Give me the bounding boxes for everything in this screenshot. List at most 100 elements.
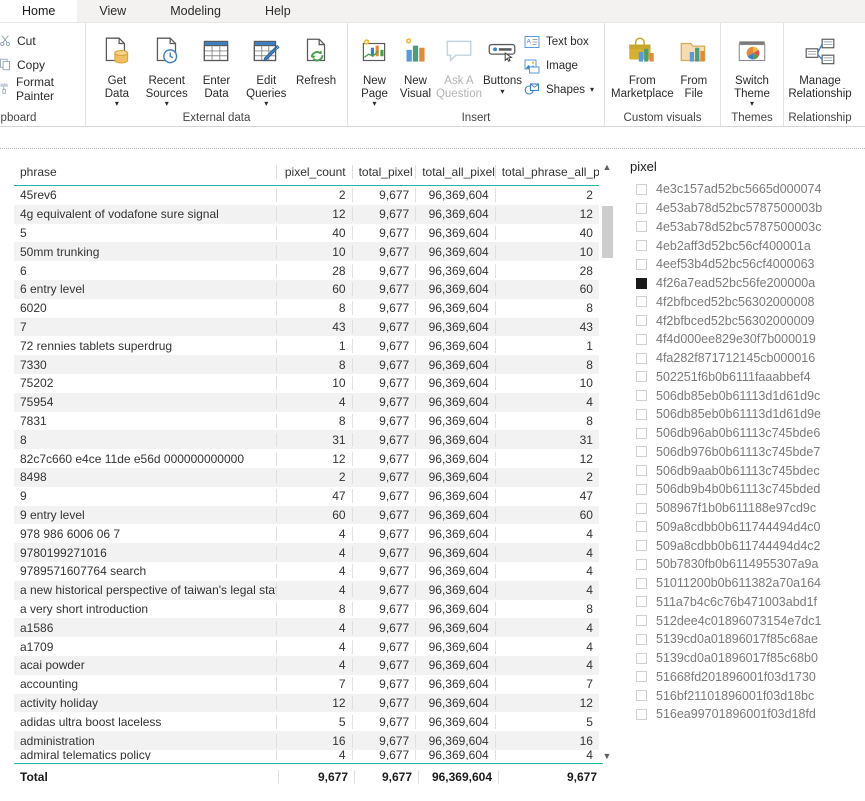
- checkbox-icon[interactable]: [636, 465, 647, 477]
- slicer-item[interactable]: 4e3c157ad52bc5665d000074: [628, 180, 858, 199]
- checkbox-icon[interactable]: [636, 183, 647, 195]
- checkbox-checked-icon[interactable]: [636, 277, 647, 289]
- table-row[interactable]: 9 entry level 60 9,677 96,369,604 60: [14, 505, 599, 525]
- slicer-item[interactable]: 5139cd0a01896017f85c68ae: [628, 630, 858, 649]
- table-row[interactable]: a very short introduction 8 9,677 96,369,60…: [14, 600, 599, 619]
- checkbox-icon[interactable]: [636, 390, 647, 402]
- table-row[interactable]: 6 28 9,677 96,369,604 28: [14, 261, 599, 280]
- copy-button[interactable]: Copy: [0, 55, 71, 74]
- table-row[interactable]: a new historical perspective of taiwan's…: [14, 580, 599, 600]
- table-row[interactable]: 50mm trunking 10 9,677 96,369,604 10: [14, 242, 599, 262]
- table-row[interactable]: a1709 4 9,677 96,369,604 4: [14, 637, 599, 656]
- checkbox-icon[interactable]: [636, 371, 647, 383]
- chevron-down-icon[interactable]: ▾: [372, 100, 376, 108]
- checkbox-icon[interactable]: [636, 708, 647, 720]
- new-page-button[interactable]: New Page ▾: [354, 27, 395, 108]
- table-row[interactable]: activity holiday 12 9,677 96,369,604 12: [14, 693, 599, 713]
- chevron-down-icon[interactable]: ▾: [264, 100, 268, 108]
- slicer-item[interactable]: 4eef53b4d52bc56cf4000063: [628, 255, 858, 274]
- table-row[interactable]: 7 43 9,677 96,369,604 43: [14, 317, 599, 337]
- scroll-down-icon[interactable]: ▼: [600, 748, 615, 763]
- column-header-total-phrase-all-pixel[interactable]: total_phrase_all_pixel: [494, 165, 599, 179]
- slicer-item[interactable]: 4f26a7ead52bc56fe200000a: [628, 274, 858, 293]
- table-row[interactable]: accounting 7 9,677 96,369,604 7: [14, 675, 599, 694]
- edit-queries-button[interactable]: Edit Queries ▾: [241, 27, 291, 108]
- table-row[interactable]: 75954 4 9,677 96,369,604 4: [14, 392, 599, 412]
- table-row[interactable]: 5 40 9,677 96,369,604 40: [14, 224, 599, 243]
- column-header-phrase[interactable]: phrase: [14, 165, 276, 179]
- checkbox-icon[interactable]: [636, 483, 647, 495]
- manage-relationships-button[interactable]: Manage Relationship: [788, 27, 852, 100]
- checkbox-icon[interactable]: [636, 615, 647, 627]
- checkbox-icon[interactable]: [636, 202, 647, 214]
- table-row[interactable]: 6020 8 9,677 96,369,604 8: [14, 299, 599, 318]
- checkbox-icon[interactable]: [636, 577, 647, 589]
- table-row[interactable]: 6 entry level 60 9,677 96,369,604 60: [14, 279, 599, 299]
- checkbox-icon[interactable]: [636, 633, 647, 645]
- checkbox-icon[interactable]: [636, 315, 647, 327]
- ask-a-question-button[interactable]: Ask A Question: [436, 27, 482, 100]
- slicer-item[interactable]: 502251f6b0b6111faaabbef4: [628, 368, 858, 387]
- table-row[interactable]: 82c7c660 e4ce 11de e56d 000000000000 12 9,…: [14, 449, 599, 468]
- checkbox-icon[interactable]: [636, 690, 647, 702]
- checkbox-icon[interactable]: [636, 652, 647, 664]
- slicer-item[interactable]: 506db9b4b0b61113c745bded: [628, 480, 858, 499]
- checkbox-icon[interactable]: [636, 258, 647, 270]
- tab-view[interactable]: View: [77, 0, 148, 22]
- table-row[interactable]: 72 rennies tablets superdrug 1 9,677 96,369…: [14, 336, 599, 355]
- switch-theme-button[interactable]: Switch Theme ▾: [727, 27, 777, 108]
- slicer-item[interactable]: 506db85eb0b61113d1d61d9e: [628, 405, 858, 424]
- new-visual-button[interactable]: New Visual: [395, 27, 436, 100]
- refresh-button[interactable]: Refresh: [291, 27, 341, 88]
- checkbox-icon[interactable]: [636, 296, 647, 308]
- checkbox-icon[interactable]: [636, 240, 647, 252]
- slicer-item[interactable]: 4f2bfbced52bc56302000008: [628, 293, 858, 312]
- slicer-item[interactable]: 516ea99701896001f03d18fd: [628, 705, 858, 724]
- chevron-down-icon[interactable]: ▾: [750, 100, 754, 108]
- slicer-item[interactable]: 4e53ab78d52bc5787500003b: [628, 199, 858, 218]
- column-header-total-pixel[interactable]: total_pixel: [351, 165, 416, 179]
- chevron-down-icon[interactable]: ▾: [165, 100, 169, 108]
- table-row[interactable]: 9 47 9,677 96,369,604 47: [14, 487, 599, 506]
- checkbox-icon[interactable]: [636, 671, 647, 683]
- table-visual[interactable]: phrase pixel_count total_pixel total_all…: [14, 159, 614, 789]
- table-row[interactable]: 4g equivalent of vodafone sure signal 12 9…: [14, 204, 599, 224]
- table-row[interactable]: 978 986 6006 06 7 4 9,677 96,369,604 4: [14, 524, 599, 543]
- slicer-item[interactable]: 4f4d000ee829e30f7b000019: [628, 330, 858, 349]
- slicer-item[interactable]: 4e53ab78d52bc5787500003c: [628, 218, 858, 237]
- table-vertical-scrollbar[interactable]: ▲ ▼: [599, 159, 614, 763]
- column-header-total-all-pixel[interactable]: total_all_pixel: [415, 165, 495, 179]
- image-button[interactable]: Image: [523, 56, 598, 76]
- slicer-item[interactable]: 511a7b4c6c76b471003abd1f: [628, 593, 858, 612]
- table-row[interactable]: 8498 2 9,677 96,369,604 2: [14, 467, 599, 487]
- tab-modeling[interactable]: Modeling: [148, 0, 243, 22]
- scrollbar-thumb[interactable]: [601, 206, 613, 258]
- from-file-button[interactable]: From File: [674, 27, 714, 100]
- checkbox-icon[interactable]: [636, 596, 647, 608]
- shapes-button[interactable]: Shapes ▾: [523, 80, 598, 100]
- slicer-item[interactable]: 509a8cdbb0b611744494d4c0: [628, 518, 858, 537]
- slicer-item[interactable]: 5139cd0a01896017f85c68b0: [628, 649, 858, 668]
- pixel-slicer-visual[interactable]: pixel 4e3c157ad52bc5665d000074 4e53ab78d5…: [628, 157, 858, 777]
- checkbox-icon[interactable]: [636, 333, 647, 345]
- table-row[interactable]: 45rev6 2 9,677 96,369,604 2: [14, 186, 599, 205]
- slicer-item[interactable]: 506db85eb0b61113d1d61d9c: [628, 386, 858, 405]
- table-row[interactable]: 9780199271016 4 9,677 96,369,604 4: [14, 543, 599, 562]
- chevron-down-icon[interactable]: ▾: [115, 100, 119, 108]
- get-data-button[interactable]: Get Data ▾: [92, 27, 142, 108]
- table-row[interactable]: 8 31 9,677 96,369,604 31: [14, 430, 599, 450]
- chevron-down-icon[interactable]: ▾: [590, 86, 594, 94]
- slicer-item[interactable]: 4fa282f871712145cb000016: [628, 349, 858, 368]
- slicer-item[interactable]: 509a8cdbb0b611744494d4c2: [628, 536, 858, 555]
- recent-sources-button[interactable]: Recent Sources ▾: [142, 27, 192, 108]
- table-row[interactable]: adidas ultra boost laceless 5 9,677 96,369,…: [14, 712, 599, 731]
- format-painter-button[interactable]: Format Painter: [0, 75, 71, 103]
- enter-data-button[interactable]: Enter Data: [192, 27, 242, 100]
- table-row[interactable]: 7831 8 9,677 96,369,604 8: [14, 412, 599, 431]
- tab-home[interactable]: Home: [0, 0, 78, 22]
- table-row[interactable]: 9789571607764 search 4 9,677 96,369,604 4: [14, 562, 599, 581]
- slicer-item[interactable]: 506db9aab0b61113c745bdec: [628, 461, 858, 480]
- table-row[interactable]: 75202 10 9,677 96,369,604 10: [14, 374, 599, 393]
- table-row[interactable]: a1586 4 9,677 96,369,604 4: [14, 618, 599, 638]
- slicer-item[interactable]: 506db976b0b61113c745bde7: [628, 443, 858, 462]
